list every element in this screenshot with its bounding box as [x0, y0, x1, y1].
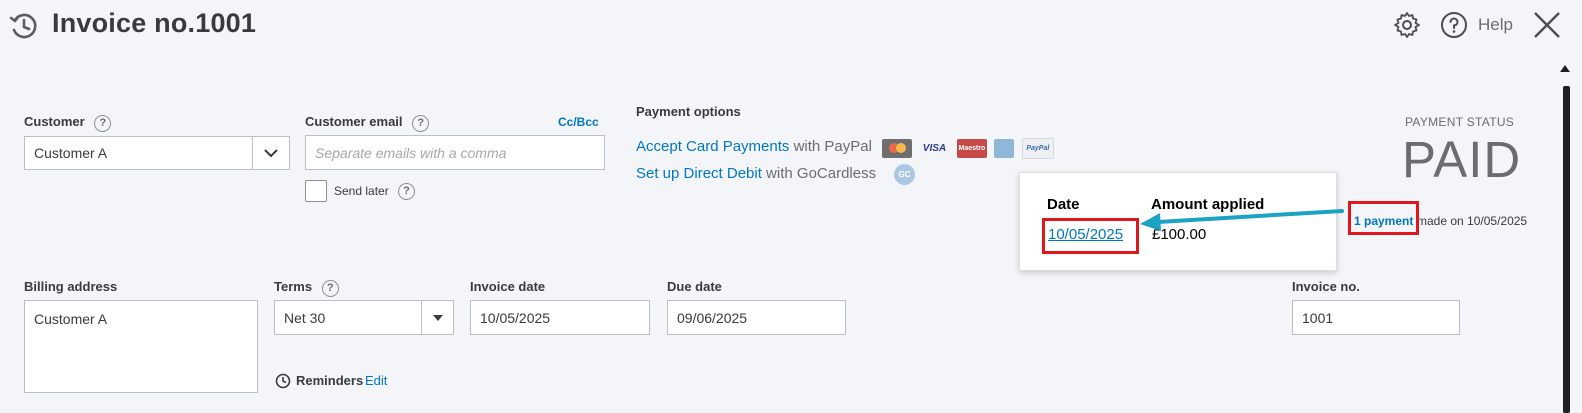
billing-address-field[interactable]: Customer A — [24, 300, 258, 393]
chevron-down-icon — [264, 149, 278, 158]
card-logos: VISA Maestro PayPal — [882, 138, 1057, 159]
card-payments-line: Accept Card Payments with PayPal — [636, 138, 872, 155]
invoice-date-label: Invoice date — [470, 279, 546, 294]
close-icon[interactable] — [1531, 9, 1563, 41]
invoice-no-field[interactable]: 1001 — [1292, 300, 1460, 335]
annotation-arrow — [1140, 209, 1344, 231]
due-date-field[interactable]: 09/06/2025 — [667, 300, 846, 335]
card-payments-suffix: with PayPal — [789, 138, 872, 155]
customer-help-icon[interactable]: ? — [94, 115, 112, 132]
popover-date-header: Date — [1047, 196, 1080, 213]
due-date-value: 09/06/2025 — [677, 309, 748, 326]
payment-status-label: PAYMENT STATUS — [1405, 115, 1515, 129]
terms-label: Terms ? — [274, 279, 339, 297]
billing-address-value: Customer A — [34, 311, 108, 327]
customer-label-text: Customer — [24, 114, 85, 129]
reminders-label: Reminders — [296, 373, 364, 388]
invoice-no-value: 1001 — [1302, 309, 1334, 326]
terms-dropdown-button[interactable] — [421, 300, 454, 335]
direct-debit-suffix: with GoCardless — [761, 165, 877, 182]
terms-value: Net 30 — [284, 309, 326, 326]
customer-value: Customer A — [34, 145, 108, 161]
accept-card-payments-link[interactable]: Accept Card Payments — [636, 138, 789, 155]
visa-logo: VISA — [919, 139, 950, 158]
reminders-edit-link[interactable]: Edit — [365, 373, 387, 388]
customer-select[interactable]: Customer A — [24, 136, 253, 170]
customer-dropdown-button[interactable] — [252, 136, 290, 170]
scroll-up-arrow[interactable] — [1560, 65, 1570, 72]
customer-email-field[interactable]: Separate emails with a comma — [305, 135, 605, 170]
cc-bcc-link[interactable]: Cc/Bcc — [558, 115, 599, 129]
invoice-date-field[interactable]: 10/05/2025 — [470, 300, 650, 335]
invoice-no-label: Invoice no. — [1292, 279, 1360, 294]
customer-email-label: Customer email ? — [305, 114, 430, 132]
clock-icon — [275, 373, 291, 389]
payment-options-title: Payment options — [636, 104, 741, 119]
customer-label: Customer ? — [24, 114, 112, 132]
terms-label-text: Terms — [274, 279, 313, 294]
gear-icon[interactable] — [1393, 11, 1421, 39]
send-later-label: Send later — [334, 184, 389, 198]
help-link[interactable]: Help — [1478, 15, 1513, 35]
amex-logo — [994, 139, 1015, 158]
mastercard-logo — [882, 139, 912, 158]
customer-email-placeholder: Separate emails with a comma — [315, 144, 507, 161]
gocardless-badge: GC — [894, 164, 915, 185]
payment-made-on: made on 10/05/2025 — [1417, 214, 1528, 228]
send-later-help-icon[interactable]: ? — [398, 183, 415, 200]
send-later-checkbox[interactable] — [305, 180, 327, 202]
billing-address-label: Billing address — [24, 279, 118, 294]
caret-down-icon — [432, 314, 443, 321]
annotation-box-date — [1042, 218, 1139, 254]
due-date-label: Due date — [667, 279, 722, 294]
help-icon[interactable] — [1440, 11, 1468, 39]
direct-debit-line: Set up Direct Debit with GoCardless — [636, 165, 876, 182]
history-icon[interactable] — [8, 10, 40, 42]
invoice-date-value: 10/05/2025 — [480, 309, 551, 326]
terms-help-icon[interactable]: ? — [321, 280, 339, 297]
customer-email-label-text: Customer email — [305, 114, 403, 129]
payment-status-value: PAID — [1402, 131, 1522, 188]
maestro-logo: Maestro — [956, 139, 987, 158]
paypal-logo: PayPal — [1021, 138, 1054, 159]
page-title: Invoice no.1001 — [52, 8, 257, 38]
annotation-box-payment-link — [1348, 201, 1419, 235]
set-up-direct-debit-link[interactable]: Set up Direct Debit — [636, 165, 762, 182]
terms-select[interactable]: Net 30 — [274, 300, 422, 335]
scrollbar-thumb[interactable] — [1563, 86, 1570, 413]
customer-email-help-icon[interactable]: ? — [412, 115, 430, 132]
